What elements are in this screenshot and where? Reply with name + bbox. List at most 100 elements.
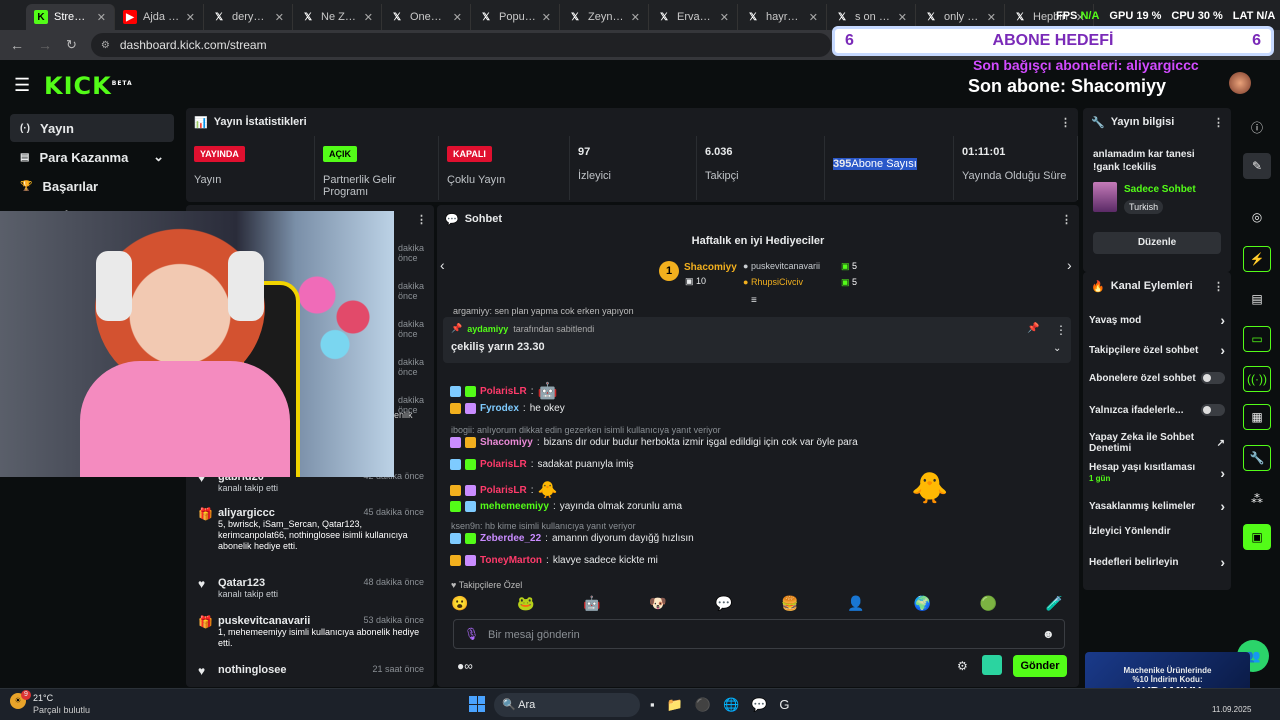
document-icon[interactable]: ▤ xyxy=(1243,286,1271,312)
more-icon[interactable]: ⋮ xyxy=(1061,213,1072,226)
chevron-right-icon[interactable]: › xyxy=(1220,465,1225,481)
close-icon[interactable]: ✕ xyxy=(542,11,551,24)
scroll-handle-icon[interactable]: ≡ xyxy=(751,295,757,306)
chevron-down-icon[interactable]: ⌄ xyxy=(153,149,164,165)
chat-icon[interactable]: ▭ xyxy=(1243,326,1271,352)
close-icon[interactable]: ✕ xyxy=(97,11,106,24)
emote-button[interactable]: 👤 xyxy=(847,595,864,612)
browser-tab[interactable]: 𝕏 Ervaa on X: ✕ xyxy=(649,4,738,30)
sidebar-item-1[interactable]: ▤ Para Kazanma ⌄ xyxy=(10,143,174,171)
browser-tab[interactable]: ▶ Ajda P... ✕ xyxy=(115,4,204,30)
chat-message[interactable]: PolarisLR: sadakat puanıyla imiş xyxy=(450,459,634,470)
channel-action[interactable]: Yavaş mod › xyxy=(1089,312,1225,328)
chat-username[interactable]: mehemeemiyy xyxy=(480,501,549,512)
layout-icon[interactable]: ▦ xyxy=(1243,404,1271,430)
pinned-message[interactable]: 📌 aydamiyy tarafından sabitlendi çekiliş… xyxy=(443,317,1071,363)
feed-item[interactable]: 🎁 puskevitcanavarii 53 dakika önce 1, mehem… xyxy=(198,615,424,649)
emoji-icon[interactable]: ☻ xyxy=(1042,627,1055,641)
close-icon[interactable]: ✕ xyxy=(453,11,462,24)
feed-item[interactable]: ♥ nothinglosee 21 saat önce xyxy=(198,664,424,678)
emote-button[interactable]: 🐶 xyxy=(649,595,666,612)
more-icon[interactable]: ⋮ xyxy=(1213,280,1224,293)
browser-tab[interactable]: 𝕏 Zeynep_t00 ✕ xyxy=(560,4,649,30)
category-name[interactable]: Sadece Sohbet xyxy=(1124,184,1196,195)
chevron-right-icon[interactable]: › xyxy=(1220,554,1225,570)
chat-input[interactable]: 🎙 Bir mesaj gönderin ☻ xyxy=(453,619,1065,649)
emote-button[interactable]: 🟢 xyxy=(980,595,997,612)
avatar[interactable] xyxy=(1229,72,1251,94)
taskbar-search[interactable]: 🔍 Ara xyxy=(494,693,640,717)
chat-username[interactable]: PolarisLR xyxy=(480,459,527,470)
url-field[interactable]: ⚙ dashboard.kick.com/stream xyxy=(90,33,831,57)
chat-username[interactable]: ToneyMarton xyxy=(480,555,542,566)
chat-message[interactable]: ToneyMarton: klavye sadece kickte mi xyxy=(450,555,658,566)
info-icon[interactable]: ⓘ xyxy=(1243,114,1271,140)
emote-button[interactable]: 💬 xyxy=(715,595,732,612)
close-icon[interactable]: ✕ xyxy=(898,11,907,24)
more-icon[interactable]: ⋮ xyxy=(1060,116,1071,129)
pencil-icon[interactable]: ✎ xyxy=(1243,153,1271,179)
chat-message[interactable]: Shacomiyy: bizans dır odur budur herbokta… xyxy=(450,437,858,448)
channel-action[interactable]: Abonelere özel sohbet xyxy=(1089,372,1225,384)
chat-username[interactable]: PolarisLR xyxy=(480,386,527,397)
next-gifter-button[interactable]: › xyxy=(1067,257,1072,273)
channel-action[interactable]: Hesap yaşı kısıtlaması 1 gün › xyxy=(1089,462,1225,484)
sidebar-item-0[interactable]: (·) Yayın xyxy=(10,114,174,142)
kick-bot-icon[interactable] xyxy=(982,655,1002,675)
menu-icon[interactable]: ☰ xyxy=(14,75,30,96)
chat-message[interactable]: mehemeemiyy: yayında olmak zorunlu ama xyxy=(450,501,682,512)
site-info-icon[interactable]: ⚙ xyxy=(101,40,110,51)
mic-icon[interactable]: 🎙 xyxy=(464,627,479,641)
nodes-icon[interactable]: ⁂ xyxy=(1243,486,1271,512)
prev-gifter-button[interactable]: ‹ xyxy=(440,257,445,273)
emote-button[interactable]: 🤖 xyxy=(583,595,600,612)
chat-message[interactable]: Zeberdee_22: amannn diyorum dayığğ hızlıs… xyxy=(450,533,694,544)
close-icon[interactable]: ✕ xyxy=(720,11,729,24)
wrench-icon[interactable]: 🔧 xyxy=(1243,445,1271,471)
close-icon[interactable]: ✕ xyxy=(186,11,195,24)
toggle-switch[interactable] xyxy=(1201,372,1225,384)
browser-tab[interactable]: K Stream - Ki ✕ xyxy=(26,4,115,30)
chevron-right-icon[interactable]: › xyxy=(1220,498,1225,514)
channel-action[interactable]: Takipçilere özel sohbet › xyxy=(1089,342,1225,358)
reload-icon[interactable]: ↻ xyxy=(66,37,77,53)
channel-action[interactable]: Yapay Zeka ile Sohbet Denetimi ↗ xyxy=(1089,432,1225,454)
taskbar-apps[interactable]: ▪📁⚫🌐💬G xyxy=(650,697,801,713)
channel-action[interactable]: Yalnızca ifadelerle... xyxy=(1089,404,1225,416)
close-icon[interactable]: ✕ xyxy=(364,11,373,24)
gifter-third[interactable]: ● RhupsiCivciv xyxy=(743,277,803,287)
unpin-icon[interactable]: 📌 xyxy=(1027,323,1039,334)
kick-logo[interactable]: KICKBETA xyxy=(44,72,133,100)
settings-icon[interactable]: ⚙ xyxy=(957,659,968,673)
pinned-more-icon[interactable]: ⋮ xyxy=(1055,323,1067,337)
channel-action[interactable]: Yasaklanmış kelimeler › xyxy=(1089,498,1225,514)
close-icon[interactable]: ✕ xyxy=(987,11,996,24)
points-icon[interactable]: ●∞ xyxy=(457,659,473,673)
external-link-icon[interactable]: ↗ xyxy=(1217,438,1225,449)
emote-button[interactable]: 🐸 xyxy=(517,595,534,612)
chevron-right-icon[interactable]: › xyxy=(1220,312,1225,328)
chat-message[interactable]: PolarisLR: 🐥 xyxy=(450,480,557,500)
chat-message[interactable]: PolarisLR: 🤖 xyxy=(450,381,557,401)
broadcast-icon[interactable]: ((·)) xyxy=(1243,366,1271,392)
browser-tab[interactable]: 𝕏derya on X: ✕ xyxy=(204,4,293,30)
tag-chip[interactable]: Turkish xyxy=(1124,200,1164,214)
chevron-right-icon[interactable]: › xyxy=(1220,342,1225,358)
chat-username[interactable]: Shacomiyy xyxy=(480,437,533,448)
plugin-icon[interactable]: ▣ xyxy=(1243,524,1271,550)
channel-action[interactable]: İzleyici Yönlendir xyxy=(1089,526,1225,537)
sidebar-item-2[interactable]: 🏆 Başarılar xyxy=(10,172,174,200)
edit-button[interactable]: Düzenle xyxy=(1093,232,1221,254)
close-icon[interactable]: ✕ xyxy=(809,11,818,24)
chat-username[interactable]: PolarisLR xyxy=(480,485,527,496)
forward-icon[interactable]: → xyxy=(38,37,52,53)
emote-button[interactable]: 🌍 xyxy=(913,595,930,612)
emote-button[interactable]: 😮 xyxy=(451,595,468,612)
more-icon[interactable]: ⋮ xyxy=(416,213,427,226)
close-icon[interactable]: ✕ xyxy=(631,11,640,24)
back-icon[interactable]: ← xyxy=(10,37,24,53)
emote-button[interactable]: 🧪 xyxy=(1046,595,1063,612)
top-gifter-name[interactable]: Shacomiyy xyxy=(684,262,737,273)
channel-action[interactable]: Hedefleri belirleyin › xyxy=(1089,554,1225,570)
chat-message[interactable]: Fyrodex: he okey xyxy=(450,403,565,414)
